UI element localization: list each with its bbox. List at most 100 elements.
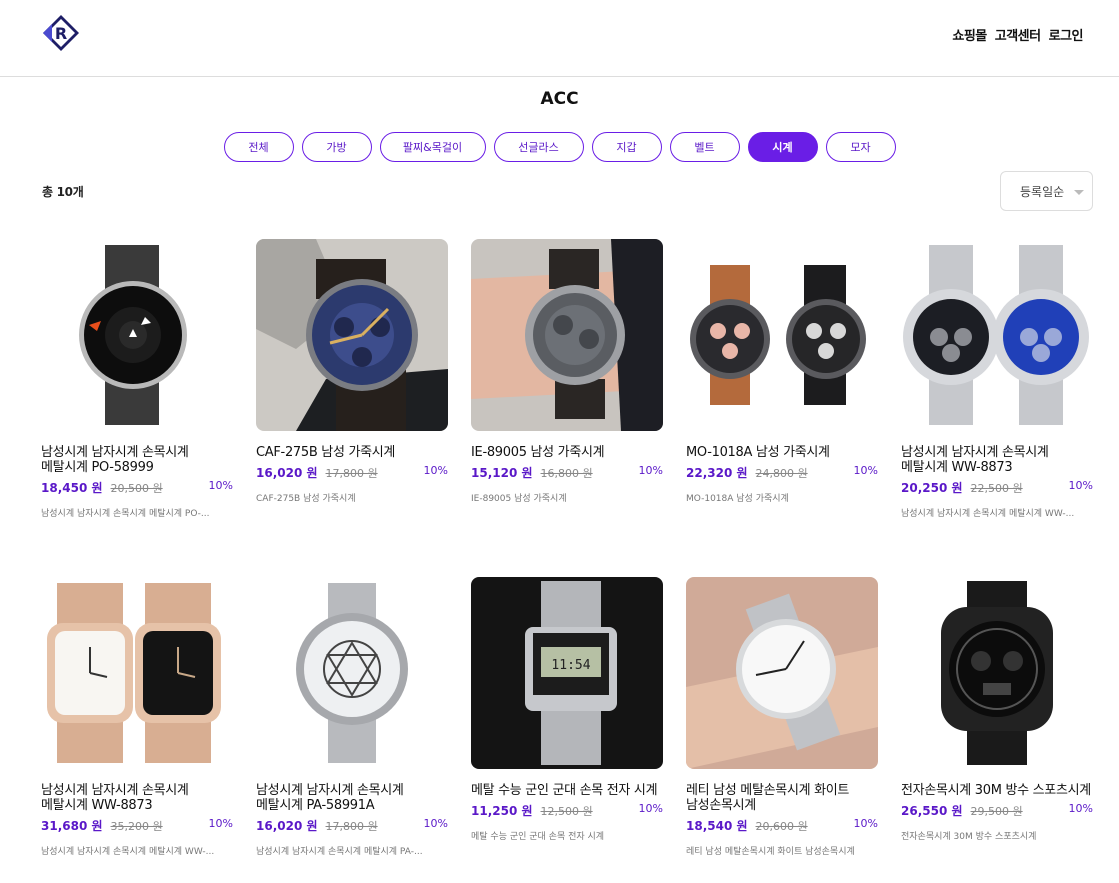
product-image[interactable] [901, 239, 1093, 431]
discount-rate: 10% [208, 817, 233, 830]
product-name[interactable]: 전자손목시계 30M 방수 스포츠시계 [901, 783, 1093, 798]
price-row: 15,120 원 16,800 원 10% [471, 464, 663, 480]
product-image[interactable] [686, 577, 878, 769]
product-name[interactable]: 남성시계 남자시계 손목시계 메탈시계 PA-58991A [256, 783, 448, 813]
original-price: 20,500 원 [110, 482, 163, 495]
sale-price: 16,020 원 [256, 466, 318, 480]
product-description: IE-89005 남성 가죽시계 [471, 494, 567, 504]
sort-selected-label: 등록일순 [1020, 184, 1065, 199]
nav-customer-center[interactable]: 고객센터 [995, 25, 1041, 44]
sale-price: 22,320 원 [686, 466, 748, 480]
product-description: 남성시계 남자시계 손목시계 메탈시계 PA-... [256, 847, 423, 857]
product-image[interactable] [41, 239, 233, 431]
product-image[interactable]: 11:54 [471, 577, 663, 769]
original-price: 12,500 원 [540, 805, 593, 818]
product-name[interactable]: 남성시계 남자시계 손목시계 메탈시계 WW-8873 [41, 783, 233, 813]
site-header: R 쇼핑몰 고객센터 로그인 [0, 0, 1119, 77]
product-card[interactable]: CAF-275B 남성 가죽시계 16,020 원 17,800 원 10% C… [256, 239, 448, 504]
chevron-down-icon [1074, 190, 1084, 195]
discount-rate: 10% [853, 464, 878, 477]
price-row: 26,550 원 29,500 원 10% [901, 802, 1093, 818]
product-image[interactable] [901, 577, 1093, 769]
product-name[interactable]: 남성시계 남자시계 손목시계 메탈시계 PO-58999 [41, 445, 233, 475]
original-price: 22,500 원 [970, 482, 1023, 495]
product-description: 레티 남성 메탈손목시계 화이트 남성손목시계 [686, 847, 855, 857]
original-price: 29,500 원 [970, 805, 1023, 818]
price-row: 16,020 원 17,800 원 10% [256, 464, 448, 480]
tab-sunglasses[interactable]: 선글라스 [493, 132, 584, 162]
nav-login[interactable]: 로그인 [1049, 25, 1084, 44]
sale-price: 18,450 원 [41, 481, 103, 495]
product-description: 남성시계 남자시계 손목시계 메탈시계 WW-... [901, 509, 1075, 519]
product-card[interactable]: 남성시계 남자시계 손목시계 메탈시계 WW-8873 20,250 원 22,… [901, 239, 1093, 519]
discount-rate: 10% [423, 817, 448, 830]
total-count: 총 10개 [42, 185, 84, 199]
discount-rate: 10% [638, 464, 663, 477]
tab-hat[interactable]: 모자 [825, 132, 896, 162]
discount-rate: 10% [208, 479, 233, 492]
tab-all[interactable]: 전체 [223, 132, 294, 162]
svg-text:R: R [55, 24, 67, 43]
category-tabs: 전체 가방 팔찌&목걸이 선글라스 지갑 벨트 시계 모자 [0, 132, 1119, 162]
original-price: 35,200 원 [110, 820, 163, 833]
product-card[interactable]: 남성시계 남자시계 손목시계 메탈시계 PO-58999 18,450 원 20… [41, 239, 233, 519]
product-description: MO-1018A 남성 가죽시계 [686, 494, 789, 504]
page-title: ACC [540, 89, 579, 109]
sort-select[interactable]: 등록일순 [1000, 171, 1093, 211]
sale-price: 18,540 원 [686, 819, 748, 833]
sale-price: 16,020 원 [256, 819, 318, 833]
price-row: 16,020 원 17,800 원 10% [256, 817, 448, 833]
product-image[interactable] [256, 577, 448, 769]
product-name[interactable]: 메탈 수능 군인 군대 손목 전자 시계 [471, 783, 663, 798]
original-price: 24,800 원 [755, 467, 808, 480]
discount-rate: 10% [638, 802, 663, 815]
sale-price: 20,250 원 [901, 481, 963, 495]
discount-rate: 10% [853, 817, 878, 830]
product-name[interactable]: IE-89005 남성 가죽시계 [471, 445, 663, 460]
product-description: CAF-275B 남성 가죽시계 [256, 494, 356, 504]
price-row: 18,450 원 20,500 원 10% [41, 479, 233, 495]
tab-belt[interactable]: 벨트 [669, 132, 740, 162]
product-card[interactable]: 남성시계 남자시계 손목시계 메탈시계 PA-58991A 16,020 원 1… [256, 577, 448, 857]
nav-shopping-mall[interactable]: 쇼핑몰 [952, 25, 987, 44]
original-price: 17,800 원 [325, 467, 378, 480]
product-name[interactable]: CAF-275B 남성 가죽시계 [256, 445, 448, 460]
price-row: 31,680 원 35,200 원 10% [41, 817, 233, 833]
sale-price: 31,680 원 [41, 819, 103, 833]
product-name[interactable]: 남성시계 남자시계 손목시계 메탈시계 WW-8873 [901, 445, 1093, 475]
product-card[interactable]: IE-89005 남성 가죽시계 15,120 원 16,800 원 10% I… [471, 239, 663, 504]
price-row: 20,250 원 22,500 원 10% [901, 479, 1093, 495]
product-description: 남성시계 남자시계 손목시계 메탈시계 PO-... [41, 509, 210, 519]
top-nav: 쇼핑몰 고객센터 로그인 [952, 25, 1083, 44]
tab-bracelet-necklace[interactable]: 팔찌&목걸이 [379, 132, 486, 162]
sale-price: 26,550 원 [901, 804, 963, 818]
product-card[interactable]: 레티 남성 메탈손목시계 화이트 남성손목시계 18,540 원 20,600 … [686, 577, 878, 857]
price-row: 22,320 원 24,800 원 10% [686, 464, 878, 480]
svg-text:11:54: 11:54 [551, 658, 590, 673]
sale-price: 15,120 원 [471, 466, 533, 480]
product-card[interactable]: 전자손목시계 30M 방수 스포츠시계 26,550 원 29,500 원 10… [901, 577, 1093, 842]
logo-icon[interactable]: R [43, 15, 79, 51]
product-name[interactable]: 레티 남성 메탈손목시계 화이트 남성손목시계 [686, 783, 878, 813]
product-description: 남성시계 남자시계 손목시계 메탈시계 WW-... [41, 847, 215, 857]
sale-price: 11,250 원 [471, 804, 533, 818]
product-image[interactable] [41, 577, 233, 769]
discount-rate: 10% [1068, 802, 1093, 815]
tab-watch[interactable]: 시계 [747, 132, 818, 162]
product-image[interactable] [256, 239, 448, 431]
product-card[interactable]: MO-1018A 남성 가죽시계 22,320 원 24,800 원 10% M… [686, 239, 878, 504]
price-row: 11,250 원 12,500 원 10% [471, 802, 663, 818]
tab-wallet[interactable]: 지갑 [591, 132, 662, 162]
product-name[interactable]: MO-1018A 남성 가죽시계 [686, 445, 878, 460]
product-card[interactable]: 11:54 메탈 수능 군인 군대 손목 전자 시계 11,250 원 12,5… [471, 577, 663, 842]
product-description: 전자손목시계 30M 방수 스포츠시계 [901, 832, 1037, 842]
product-description: 메탈 수능 군인 군대 손목 전자 시계 [471, 832, 605, 842]
original-price: 16,800 원 [540, 467, 593, 480]
original-price: 20,600 원 [755, 820, 808, 833]
original-price: 17,800 원 [325, 820, 378, 833]
product-image[interactable] [686, 239, 878, 431]
product-image[interactable] [471, 239, 663, 431]
product-card[interactable]: 남성시계 남자시계 손목시계 메탈시계 WW-8873 31,680 원 35,… [41, 577, 233, 857]
tab-bag[interactable]: 가방 [301, 132, 372, 162]
discount-rate: 10% [423, 464, 448, 477]
